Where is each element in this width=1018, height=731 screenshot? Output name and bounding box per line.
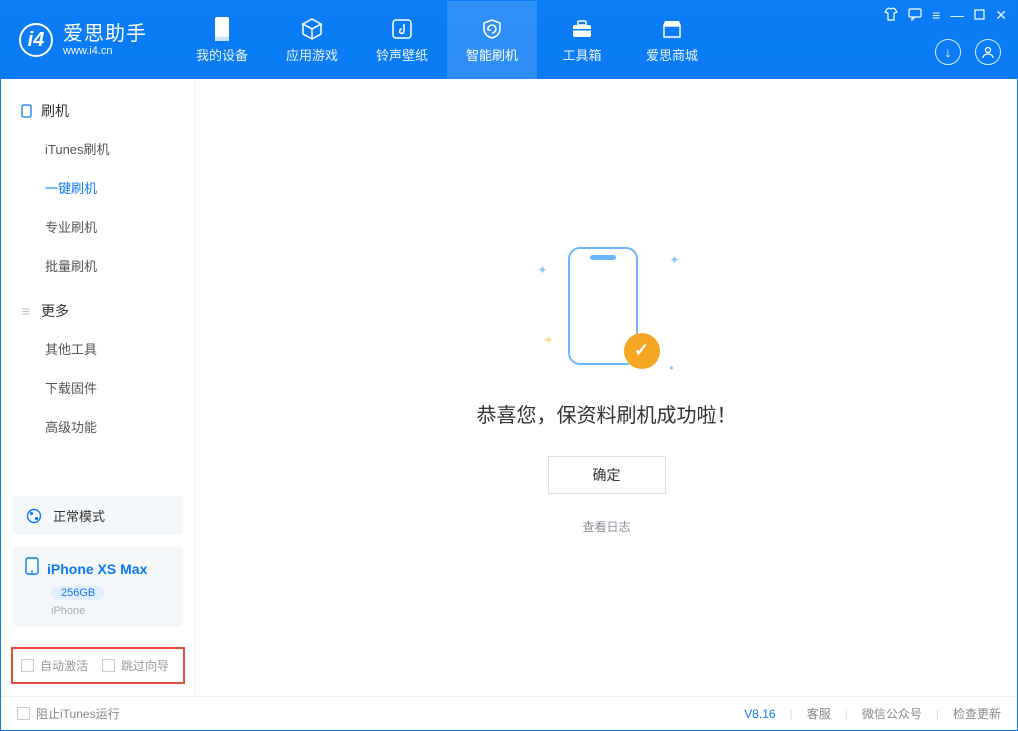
nav-smart-flash[interactable]: 智能刷机	[447, 1, 537, 79]
nav-ringtone-wallpaper[interactable]: 铃声壁纸	[357, 1, 447, 79]
header-actions: ↓	[935, 39, 1001, 65]
feedback-icon[interactable]	[908, 7, 922, 24]
check-badge-icon: ✓	[624, 333, 660, 369]
success-illustration: ✦ ✦ ✦ • ✓	[532, 241, 682, 381]
version-label: V8.16	[744, 707, 775, 721]
sidebar: 刷机 iTunes刷机 一键刷机 专业刷机 批量刷机 ≡ 更多 其他工具 下载固…	[1, 79, 196, 696]
sidebar-group-flash: 刷机	[1, 93, 195, 129]
checkbox-auto-activate[interactable]: 自动激活	[21, 657, 88, 674]
nav-toolbox[interactable]: 工具箱	[537, 1, 627, 79]
list-icon: ≡	[19, 303, 33, 319]
sidebar-item-batch-flash[interactable]: 批量刷机	[1, 246, 195, 285]
sidebar-group-more: ≡ 更多	[1, 293, 195, 329]
footer-link-check-update[interactable]: 检查更新	[953, 705, 1001, 722]
sparkle-icon: ✦	[669, 253, 679, 267]
app-subtitle: www.i4.cn	[63, 45, 147, 57]
checkbox-icon	[17, 707, 30, 720]
checkbox-icon	[21, 659, 34, 672]
titlebar: i4 爱思助手 www.i4.cn 我的设备 应用游戏 铃声壁纸 智能刷机 工具…	[1, 1, 1017, 79]
nav-my-device[interactable]: 我的设备	[177, 1, 267, 79]
sidebar-item-itunes-flash[interactable]: iTunes刷机	[1, 129, 195, 168]
logo-icon: i4	[19, 23, 53, 57]
refresh-shield-icon	[480, 17, 504, 41]
toolbox-icon	[570, 17, 594, 41]
checkbox-skip-guide[interactable]: 跳过向导	[102, 657, 169, 674]
sparkle-icon: •	[669, 361, 673, 375]
maximize-button[interactable]	[974, 7, 985, 24]
download-button[interactable]: ↓	[935, 39, 961, 65]
success-message: 恭喜您，保资料刷机成功啦！	[477, 399, 737, 428]
phone-small-icon	[19, 104, 33, 118]
device-card[interactable]: iPhone XS Max 256GB iPhone	[13, 547, 183, 627]
app-title: 爱思助手	[63, 23, 147, 45]
window-controls: ≡ — ✕	[884, 7, 1007, 24]
skin-icon[interactable]	[884, 7, 898, 24]
sidebar-item-oneclick-flash[interactable]: 一键刷机	[1, 168, 195, 207]
checkbox-block-itunes[interactable]: 阻止iTunes运行	[17, 705, 120, 722]
sidebar-item-other-tools[interactable]: 其他工具	[1, 329, 195, 368]
device-type: iPhone	[51, 605, 171, 617]
sidebar-item-advanced[interactable]: 高级功能	[1, 407, 195, 446]
sparkle-icon: ✦	[544, 333, 554, 347]
main-content: ✦ ✦ ✦ • ✓ 恭喜您，保资料刷机成功啦！ 确定 查看日志	[196, 79, 1017, 696]
nav-store[interactable]: 爱思商城	[627, 1, 717, 79]
account-button[interactable]	[975, 39, 1001, 65]
device-icon	[210, 17, 234, 41]
device-phone-icon	[25, 557, 39, 580]
menu-icon[interactable]: ≡	[932, 7, 940, 24]
cube-icon	[300, 17, 324, 41]
footer-link-support[interactable]: 客服	[807, 705, 831, 722]
highlighted-options-box: 自动激活 跳过向导	[11, 647, 185, 684]
music-note-icon	[390, 17, 414, 41]
nav-apps-games[interactable]: 应用游戏	[267, 1, 357, 79]
mode-card[interactable]: 正常模式	[13, 496, 183, 535]
app-logo: i4 爱思助手 www.i4.cn	[1, 23, 165, 57]
sparkle-icon: ✦	[538, 263, 548, 277]
mode-label: 正常模式	[53, 506, 105, 525]
close-button[interactable]: ✕	[995, 7, 1007, 24]
ok-button[interactable]: 确定	[548, 456, 666, 494]
sidebar-item-download-firmware[interactable]: 下载固件	[1, 368, 195, 407]
sidebar-item-pro-flash[interactable]: 专业刷机	[1, 207, 195, 246]
footer-link-wechat[interactable]: 微信公众号	[862, 705, 922, 722]
shop-icon	[660, 17, 684, 41]
minimize-button[interactable]: —	[950, 7, 964, 24]
mode-icon	[25, 507, 43, 525]
statusbar: 阻止iTunes运行 V8.16 | 客服 | 微信公众号 | 检查更新	[1, 696, 1017, 730]
checkbox-icon	[102, 659, 115, 672]
device-name: iPhone XS Max	[47, 561, 147, 577]
view-log-link[interactable]: 查看日志	[582, 518, 630, 535]
top-nav: 我的设备 应用游戏 铃声壁纸 智能刷机 工具箱 爱思商城	[177, 1, 717, 79]
device-storage-badge: 256GB	[51, 586, 105, 600]
